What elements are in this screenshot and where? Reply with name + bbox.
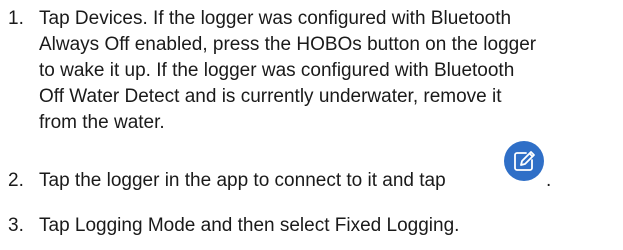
instruction-page: 1. Tap Devices. If the logger was config…: [0, 0, 623, 250]
step-number: 1.: [8, 8, 24, 29]
step-line: from the water.: [39, 112, 165, 133]
step-text: Tap Logging Mode and then select Fixed L…: [39, 213, 619, 239]
step-text: Tap Devices. If the logger was configure…: [39, 6, 619, 136]
step-line: to wake it up. If the logger was configu…: [39, 60, 515, 81]
step-3: 3. Tap Logging Mode and then select Fixe…: [0, 213, 620, 243]
step-line: Tap Devices. If the logger was configure…: [39, 8, 512, 29]
step-line: Tap Logging Mode and then select Fixed L…: [39, 215, 460, 236]
edit-icon: [504, 141, 544, 181]
step-line: Always Off enabled, press the HOBOs butt…: [39, 34, 537, 55]
step-1: 1. Tap Devices. If the logger was config…: [0, 6, 620, 146]
step-2-period: .: [546, 170, 552, 191]
edit-icon-glyph: [514, 151, 535, 171]
step-number: 2.: [8, 170, 24, 191]
step-number: 3.: [8, 215, 24, 236]
step-line: Off Water Detect and is currently underw…: [39, 86, 502, 107]
